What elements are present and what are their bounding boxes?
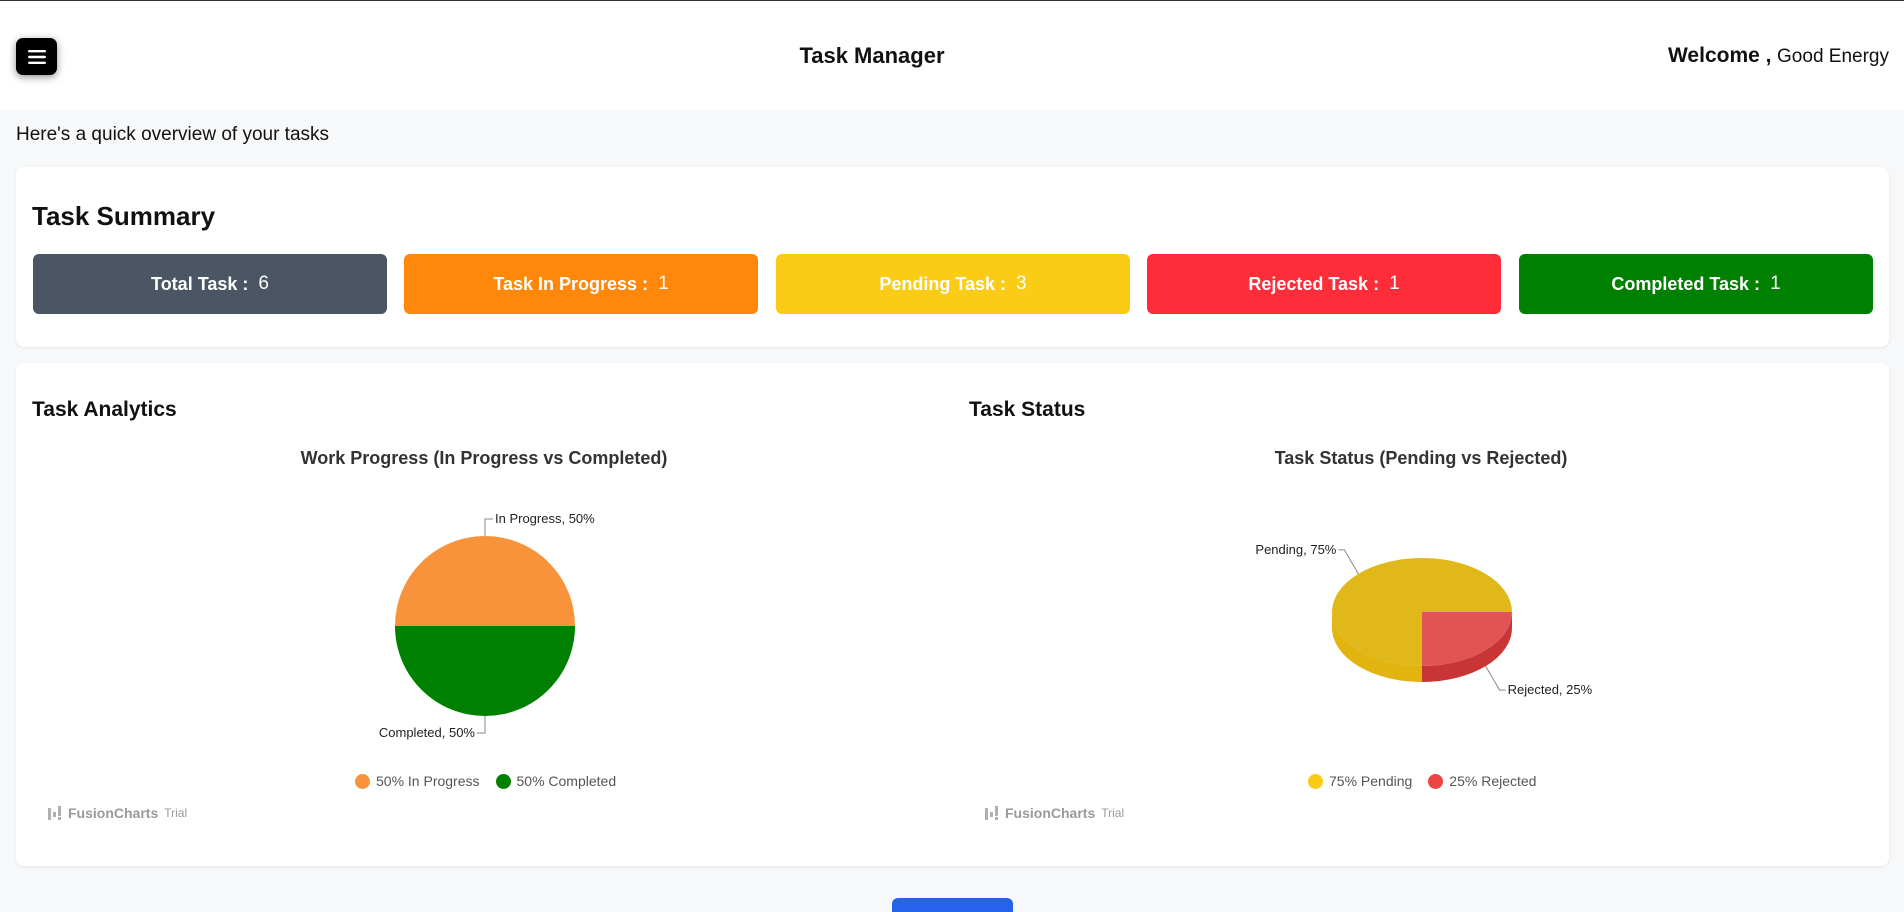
app-title: Task Manager	[799, 43, 945, 68]
legend-item-pending[interactable]: 75% Pending	[1308, 773, 1412, 789]
stat-label: Total Task :	[151, 273, 249, 294]
watermark-brand: FusionCharts	[1005, 805, 1096, 821]
data-label-connector	[1485, 665, 1506, 691]
completed-task-card[interactable]: Completed Task : 1	[1519, 254, 1873, 314]
welcome-message: Welcome , Good Energy	[1668, 44, 1889, 68]
overview-text: Here's a quick overview of your tasks	[16, 124, 330, 145]
stat-value: 1	[1770, 273, 1781, 294]
task-status-legend: 75% Pending 25% Rejected	[1308, 773, 1536, 789]
legend-label: 25% Rejected	[1449, 773, 1537, 789]
stat-value: 1	[658, 273, 669, 294]
user-name: Good Energy	[1777, 46, 1889, 67]
fusioncharts-logo-icon	[985, 806, 998, 820]
task-summary-title: Task Summary	[32, 201, 216, 231]
pie-data-label: Rejected, 25%	[1508, 682, 1593, 697]
in-progress-task-card[interactable]: Task In Progress : 1	[404, 254, 758, 314]
legend-dot	[1428, 773, 1444, 789]
stat-value: 6	[258, 273, 269, 294]
data-label-connector	[1338, 549, 1359, 575]
legend-dot	[1308, 773, 1323, 789]
bottom-action-button[interactable]	[892, 898, 1013, 912]
stat-label: Task In Progress :	[493, 273, 649, 294]
welcome-label: Welcome ,	[1667, 44, 1772, 67]
pie-data-label: Pending, 75%	[1255, 542, 1336, 557]
watermark-trial: Trial	[1101, 806, 1125, 820]
task-summary-card: Task Summary Total Task : 6 Task In Prog…	[16, 167, 1889, 347]
rejected-task-card[interactable]: Rejected Task : 1	[1147, 254, 1501, 314]
stat-label: Rejected Task :	[1248, 273, 1380, 294]
stat-label: Completed Task :	[1611, 273, 1761, 294]
fusioncharts-watermark[interactable]: FusionCharts Trial	[985, 805, 1124, 821]
pending-task-card[interactable]: Pending Task : 3	[776, 254, 1130, 314]
stat-value: 3	[1016, 273, 1027, 294]
app-header: Task Manager Welcome , Good Energy	[0, 1, 1904, 110]
stat-value: 1	[1389, 273, 1400, 294]
pie-slice-rejected[interactable]	[1422, 612, 1512, 666]
task-status-pie-chart: Pending, 75% Rejected, 25%	[1255, 542, 1593, 697]
analytics-card: Task Analytics Task Status Work Progress…	[16, 363, 1889, 866]
legend-label: 75% Pending	[1329, 773, 1413, 789]
stat-label: Pending Task :	[879, 273, 1007, 294]
legend-item-rejected[interactable]: 25% Rejected	[1428, 773, 1536, 789]
total-task-card[interactable]: Total Task : 6	[33, 254, 387, 314]
